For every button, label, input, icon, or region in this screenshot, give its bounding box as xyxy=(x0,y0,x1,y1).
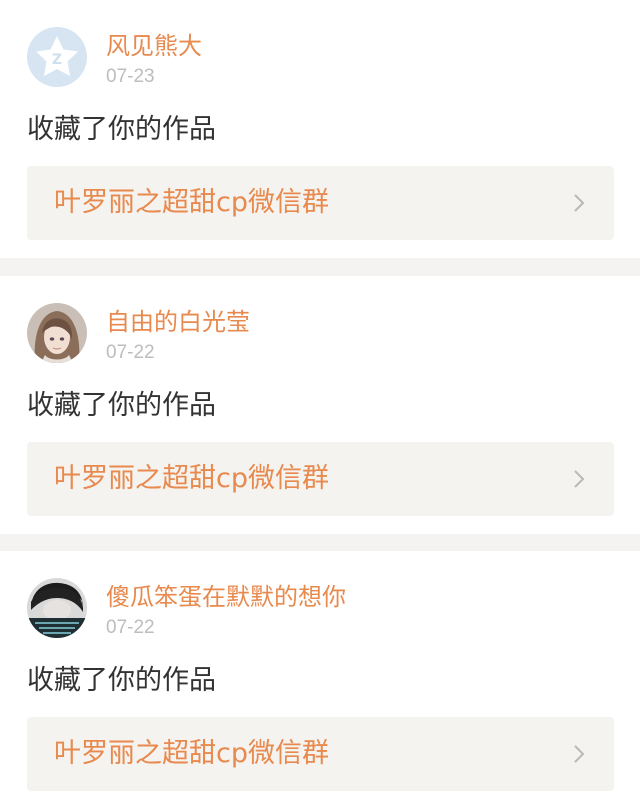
notification-card: Z 风见熊大 07-23 收藏了你的作品 叶罗丽之超甜cp微信群 xyxy=(0,0,640,258)
dark-photo-avatar-icon xyxy=(27,578,87,638)
action-text: 收藏了你的作品 xyxy=(27,390,216,421)
action-text: 收藏了你的作品 xyxy=(27,114,216,145)
default-avatar-icon: Z xyxy=(27,27,87,87)
user-name[interactable]: 风见熊大 xyxy=(106,30,202,62)
chevron-right-icon xyxy=(574,470,585,488)
user-avatar[interactable]: Z xyxy=(27,27,87,87)
notification-date: 07-23 xyxy=(106,66,155,87)
notification-date: 07-22 xyxy=(106,342,155,363)
chevron-right-icon xyxy=(574,745,585,763)
anime-girl-avatar-icon xyxy=(27,303,87,363)
notification-date: 07-22 xyxy=(106,617,155,638)
notification-feed: Z 风见熊大 07-23 收藏了你的作品 叶罗丽之超甜cp微信群 自由的白光莹 … xyxy=(0,0,640,803)
user-name[interactable]: 傻瓜笨蛋在默默的想你 xyxy=(106,581,346,613)
svg-text:Z: Z xyxy=(52,52,62,68)
notification-card: 傻瓜笨蛋在默默的想你 07-22 收藏了你的作品 叶罗丽之超甜cp微信群 xyxy=(0,551,640,803)
chevron-right-icon xyxy=(574,194,585,212)
user-avatar[interactable] xyxy=(27,578,87,638)
work-link[interactable]: 叶罗丽之超甜cp微信群 xyxy=(27,442,614,516)
action-text: 收藏了你的作品 xyxy=(27,665,216,696)
user-avatar[interactable] xyxy=(27,303,87,363)
work-title: 叶罗丽之超甜cp微信群 xyxy=(54,463,329,494)
notification-card: 自由的白光莹 07-22 收藏了你的作品 叶罗丽之超甜cp微信群 xyxy=(0,276,640,534)
work-link[interactable]: 叶罗丽之超甜cp微信群 xyxy=(27,166,614,240)
user-name[interactable]: 自由的白光莹 xyxy=(106,306,250,338)
work-title: 叶罗丽之超甜cp微信群 xyxy=(54,187,329,218)
work-link[interactable]: 叶罗丽之超甜cp微信群 xyxy=(27,717,614,791)
work-title: 叶罗丽之超甜cp微信群 xyxy=(54,738,329,769)
